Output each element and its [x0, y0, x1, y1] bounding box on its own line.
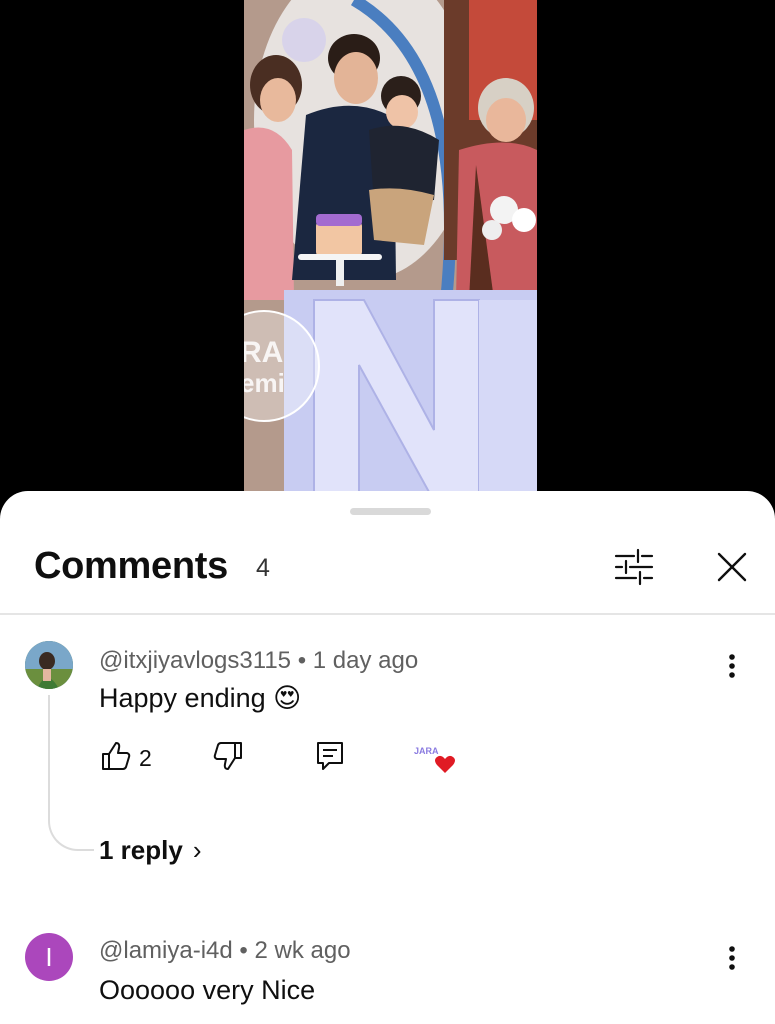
svg-text:emi: emi: [244, 368, 285, 398]
avatar-photo-image: [25, 641, 73, 689]
svg-text:RA: RA: [244, 336, 283, 369]
dislike-button[interactable]: [211, 739, 245, 778]
sliders-icon: [614, 548, 654, 586]
reply-button[interactable]: [313, 739, 347, 778]
comment-item: @itxjiyavlogs3115 • 1 day ago Happy endi…: [0, 639, 775, 879]
comment-time: 1 day ago: [312, 647, 419, 674]
avatar-letter: I: [45, 942, 53, 972]
header-divider: [0, 613, 775, 615]
meta-separator: •: [239, 937, 248, 964]
comment-item: I @lamiya-i4d • 2 wk ago Oooooo very Nic…: [0, 931, 775, 1024]
video-still-image: RA emi: [244, 0, 537, 492]
sheet-header: Comments 4: [0, 537, 775, 613]
video-frame[interactable]: RA emi: [244, 0, 537, 492]
more-vert-icon: [729, 654, 735, 678]
comment-meta: @itxjiyavlogs3115 • 1 day ago: [99, 647, 418, 675]
close-button[interactable]: [708, 543, 756, 591]
reply-comment-icon: [317, 742, 343, 770]
comment-author[interactable]: @lamiya-i4d: [99, 937, 233, 964]
avatar[interactable]: I: [25, 933, 73, 981]
avatar[interactable]: [25, 641, 73, 689]
creator-heart-icon: JARA: [411, 743, 455, 773]
like-button[interactable]: [99, 739, 133, 778]
sheet-title: Comments: [34, 545, 228, 587]
comments-sheet: Comments 4 @itxjiyavlogs3115 • 1 day ago…: [0, 491, 775, 1024]
filter-button[interactable]: [608, 545, 660, 589]
meta-separator: •: [297, 647, 307, 674]
comment-body: Happy ending: [99, 683, 266, 713]
creator-badge-text: JARA: [414, 746, 439, 756]
more-vert-icon: [729, 946, 735, 970]
heart-eyes-emoji: 😍: [273, 683, 302, 713]
comment-count: 4: [256, 554, 270, 582]
chevron-right-icon: ›: [192, 835, 202, 865]
more-options-button[interactable]: [716, 939, 748, 979]
close-icon: [717, 552, 747, 582]
comment-author[interactable]: @itxjiyavlogs3115: [99, 647, 291, 674]
comment-text: Oooooo very Nice: [99, 975, 316, 1005]
comment-time: 2 wk ago: [254, 937, 351, 964]
more-options-button[interactable]: [716, 647, 748, 687]
replies-label: 1 reply: [99, 835, 183, 865]
creator-heart-badge: JARA: [411, 741, 459, 782]
youtube-comments-screen: RA emi Comments 4 @itxjiyavlogs3115 • 1 …: [0, 0, 775, 1024]
video-player[interactable]: RA emi: [0, 0, 775, 500]
drag-handle[interactable]: [350, 508, 431, 515]
comment-text: Happy ending 😍: [99, 683, 301, 714]
thumbs-down-icon: [213, 742, 242, 770]
like-count: 2: [139, 745, 152, 771]
view-replies-link[interactable]: 1 reply ›: [99, 835, 202, 866]
thumbs-up-icon: [102, 742, 131, 770]
comment-meta: @lamiya-i4d • 2 wk ago: [99, 937, 351, 965]
reply-thread-line: [48, 695, 94, 851]
comment-actions: 2 JARA: [99, 739, 519, 779]
